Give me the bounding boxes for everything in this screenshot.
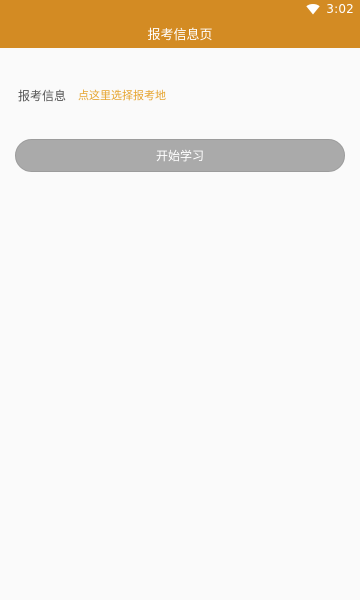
status-time: 3:02 <box>326 2 354 16</box>
page-title: 报考信息页 <box>147 27 213 43</box>
exam-info-row: 报考信息 点这里选择报考地 <box>0 80 360 110</box>
exam-info-label: 报考信息 <box>18 88 67 103</box>
wifi-icon <box>306 3 320 15</box>
status-bar: 3:02 <box>0 0 360 18</box>
start-learning-button[interactable]: 开始学习 <box>15 139 345 172</box>
main-content: 报考信息 点这里选择报考地 开始学习 <box>0 48 360 600</box>
select-exam-location-link[interactable]: 点这里选择报考地 <box>78 87 166 103</box>
start-learning-label: 开始学习 <box>155 149 204 163</box>
app-bar: 报考信息页 <box>0 18 360 48</box>
